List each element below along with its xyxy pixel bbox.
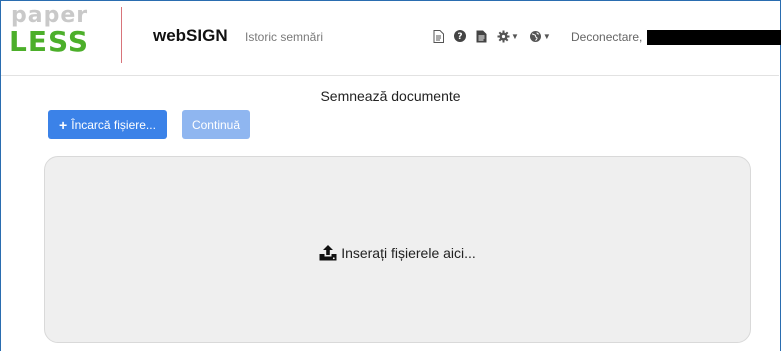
upload-icon — [319, 245, 337, 261]
upload-button-label: Încarcă fișiere... — [71, 117, 156, 132]
chevron-down-icon: ▼ — [542, 31, 551, 41]
logo-bottom-text: LESS — [9, 25, 90, 58]
logo-top-text: paper — [11, 3, 89, 28]
logout-link[interactable]: Deconectare, — [571, 30, 642, 44]
globe-icon[interactable]: ▼ — [529, 30, 551, 43]
file-icon[interactable] — [476, 30, 487, 43]
header-icons: ? ▼ ▼ — [433, 28, 561, 44]
upload-files-button[interactable]: + Încarcă fișiere... — [48, 110, 167, 139]
document-icon[interactable] — [433, 29, 444, 43]
chevron-down-icon: ▼ — [511, 31, 519, 41]
dropzone-content: Inserați fișierele aici... — [45, 245, 750, 261]
file-dropzone[interactable]: Inserați fișierele aici... — [44, 156, 751, 343]
header: paper LESS webSIGN Istoric semnări ? ▼ ▼… — [1, 1, 781, 76]
gear-icon[interactable]: ▼ — [497, 30, 519, 43]
redacted-username — [647, 30, 781, 45]
page-title: Semnează documente — [320, 88, 461, 104]
svg-text:?: ? — [457, 32, 462, 42]
help-icon[interactable]: ? — [454, 30, 466, 42]
paperless-logo[interactable]: paper LESS — [9, 5, 109, 65]
continue-button[interactable]: Continuă — [182, 110, 250, 139]
plus-icon: + — [59, 116, 68, 133]
logo-divider — [121, 7, 122, 63]
history-link[interactable]: Istoric semnări — [245, 30, 323, 44]
dropzone-text: Inserați fișierele aici... — [341, 245, 476, 261]
brand-title[interactable]: webSIGN — [153, 26, 228, 46]
